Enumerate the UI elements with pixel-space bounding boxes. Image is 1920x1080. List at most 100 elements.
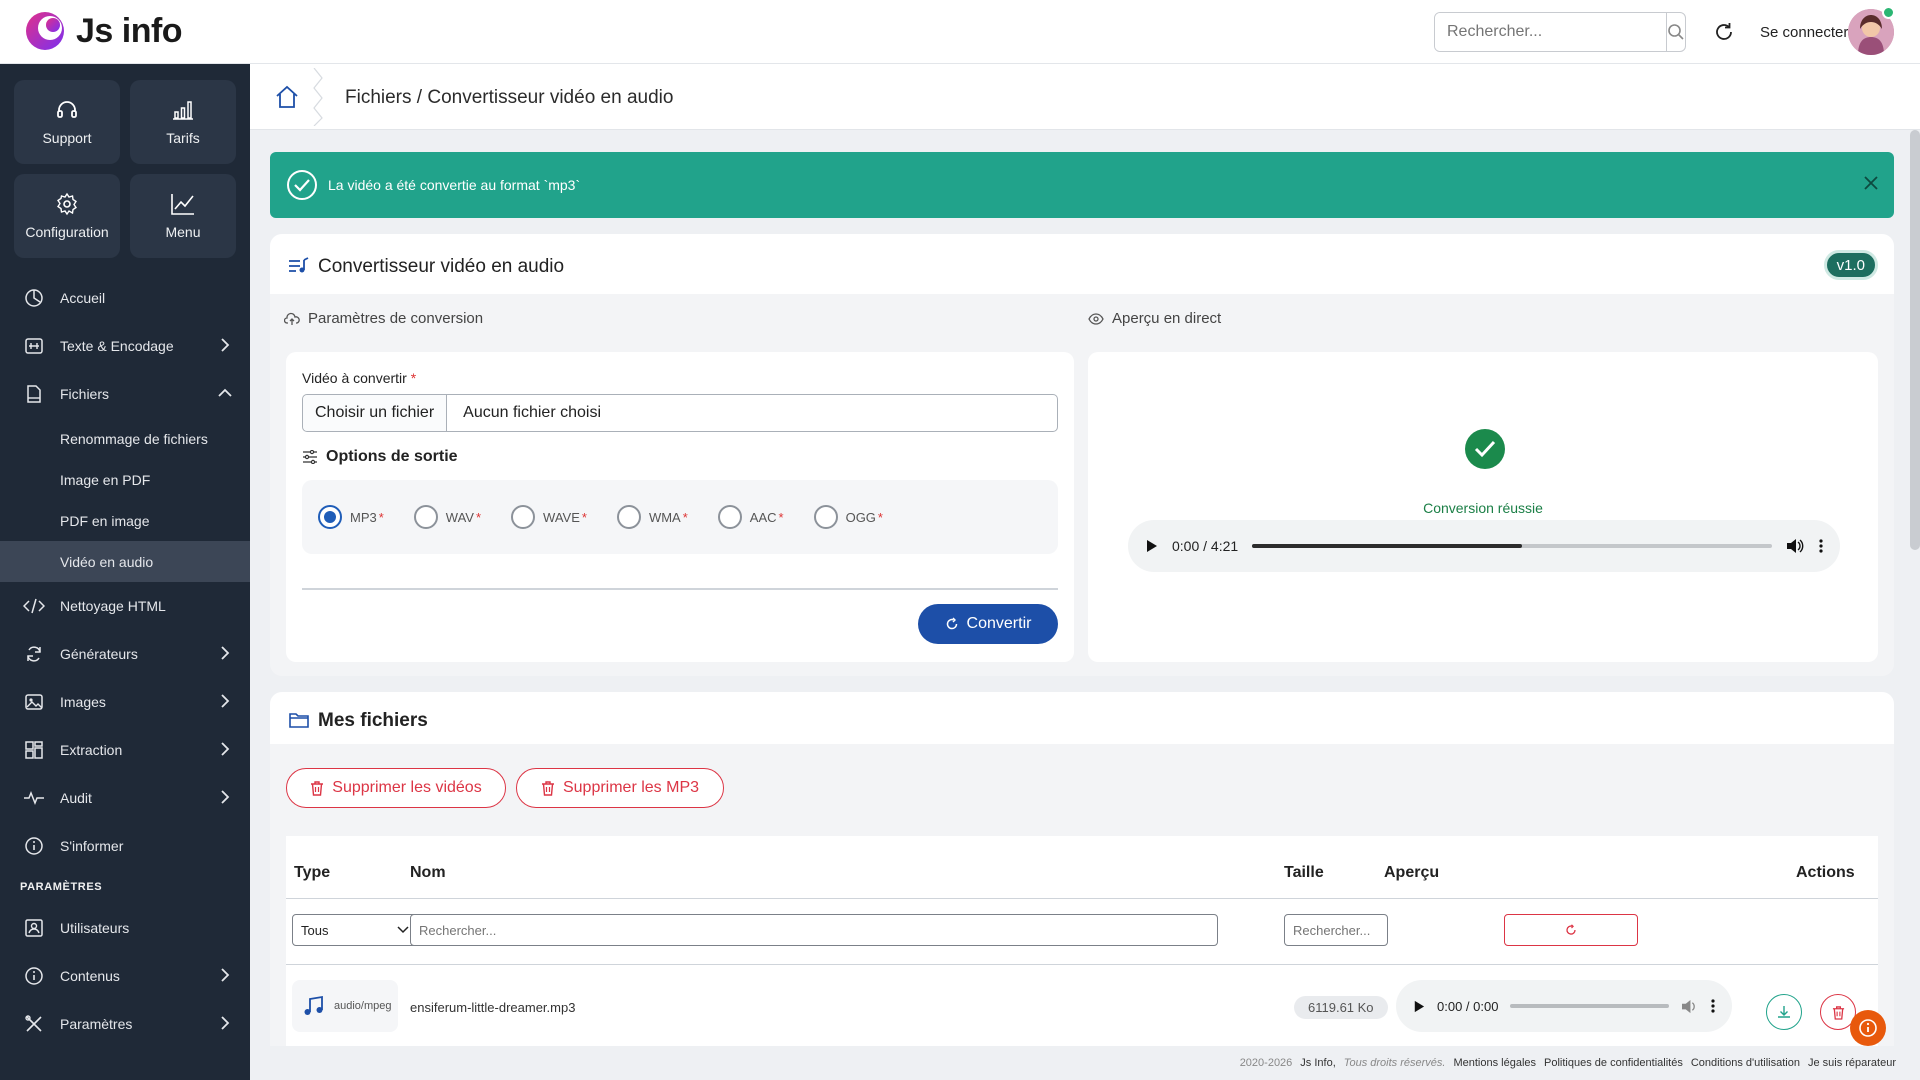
format-option-mp3[interactable]: MP3 * [318, 505, 384, 529]
sidebar-subitem-video-audio[interactable]: Vidéo en audio [0, 541, 250, 582]
pulse-icon [22, 786, 46, 810]
sidebar-subitem-pdf-image[interactable]: PDF en image [0, 500, 250, 541]
format-option-aac[interactable]: AAC * [717, 505, 784, 529]
file-type-cell: audio/mpeg [292, 980, 398, 1032]
convert-button[interactable]: Convertir [918, 604, 1058, 644]
login-link[interactable]: Se connecter [1760, 24, 1848, 41]
home-icon[interactable] [274, 84, 300, 110]
delete-videos-button[interactable]: Supprimer les vidéos [286, 768, 506, 808]
download-button[interactable] [1766, 994, 1802, 1030]
search-button[interactable] [1666, 13, 1685, 51]
format-label: AAC [749, 509, 777, 525]
tools-icon [22, 1012, 46, 1036]
help-floating-button[interactable] [1850, 1010, 1886, 1046]
sidebar-item-extraction[interactable]: Extraction [0, 726, 250, 774]
global-search-input[interactable] [1435, 13, 1666, 51]
tile-label: Configuration [25, 224, 109, 240]
more-vertical-icon[interactable] [1710, 998, 1716, 1014]
output-options-text: Options de sortie [326, 448, 458, 465]
size-search-input[interactable] [1284, 914, 1388, 946]
tile-tarifs[interactable]: Tarifs [130, 80, 236, 164]
refresh-icon [946, 617, 957, 630]
volume-icon[interactable] [1786, 538, 1804, 554]
delete-mp3-label: Supprimer les MP3 [562, 779, 700, 796]
format-label: WAV [445, 509, 474, 525]
user-card-icon [22, 916, 46, 940]
chevron-right-icon [221, 338, 230, 352]
version-badge: v1.0 [1823, 250, 1878, 280]
radio-button[interactable] [616, 505, 641, 529]
grid-icon [22, 738, 46, 762]
footer-link-privacy[interactable]: Politiques de confidentialités [1544, 1057, 1683, 1069]
my-files-title: Mes fichiers [318, 710, 428, 731]
sidebar-item-nettoyage-html[interactable]: Nettoyage HTML [0, 582, 250, 630]
gear-icon [57, 192, 77, 216]
encoding-icon [22, 334, 46, 358]
delete-mp3-button[interactable]: Supprimer les MP3 [516, 768, 724, 808]
more-vertical-icon[interactable] [1818, 538, 1824, 554]
sidebar-item-images[interactable]: Images [0, 678, 250, 726]
page-scrollbar[interactable] [1910, 130, 1920, 550]
play-icon[interactable] [1412, 1000, 1425, 1013]
refresh-icon [1566, 924, 1576, 935]
progress-track[interactable] [1252, 544, 1772, 548]
tile-configuration[interactable]: Configuration [14, 174, 120, 258]
sidebar-item-audit[interactable]: Audit [0, 774, 250, 822]
tile-label: Tarifs [166, 130, 200, 146]
close-icon[interactable] [1860, 172, 1882, 194]
tile-menu[interactable]: Menu [130, 174, 236, 258]
sidebar-item-utilisateurs[interactable]: Utilisateurs [0, 904, 250, 952]
radio-button[interactable] [413, 505, 438, 529]
required-mark: * [778, 509, 784, 525]
sidebar-item-generateurs[interactable]: Générateurs [0, 630, 250, 678]
sidebar-item-parametres[interactable]: Paramètres [0, 1000, 250, 1048]
sidebar-section-parametres: PARAMÈTRES [20, 881, 103, 893]
refresh-icon[interactable] [1712, 20, 1736, 44]
sidebar-item-label: Extraction [60, 742, 123, 758]
sidebar-item-label: Texte & Encodage [60, 338, 174, 354]
tile-support[interactable]: Support [14, 80, 120, 164]
sidebar-item-fichiers[interactable]: Fichiers [0, 370, 250, 418]
trash-icon [1832, 1005, 1844, 1020]
trend-chart-icon [171, 194, 194, 215]
info-icon [22, 964, 46, 988]
sidebar-item-texte-encodage[interactable]: Texte & Encodage [0, 322, 250, 370]
format-option-wav[interactable]: WAV * [413, 505, 482, 529]
chosen-file-name: Aucun fichier choisi [463, 404, 601, 421]
radio-button[interactable] [511, 505, 536, 529]
sidebar-item-contenus[interactable]: Contenus [0, 952, 250, 1000]
name-search-input[interactable] [410, 914, 1218, 946]
sidebar-subitem-renommage[interactable]: Renommage de fichiers [0, 418, 250, 459]
type-filter-select[interactable]: Tous [292, 914, 420, 946]
choose-file-button[interactable]: Choisir un fichier [303, 395, 448, 431]
format-option-wave[interactable]: WAVE * [511, 505, 587, 529]
row-progress-track[interactable] [1510, 1004, 1669, 1008]
video-file-input[interactable]: Choisir un fichier Aucun fichier choisi [302, 394, 1058, 432]
reset-filters-button[interactable] [1504, 914, 1638, 946]
main-content: La vidéo a été convertie au format `mp3`… [250, 130, 1920, 1080]
format-option-wma[interactable]: WMA * [616, 505, 688, 529]
footer-link-legal[interactable]: Mentions légales [1453, 1057, 1536, 1069]
required-mark: * [475, 509, 482, 525]
sidebar-item-sinformer[interactable]: S'informer [0, 822, 250, 870]
chevron-up-icon [218, 388, 232, 397]
volume-icon[interactable] [1681, 999, 1698, 1014]
footer-link-terms[interactable]: Conditions d'utilisation [1691, 1057, 1800, 1069]
footer-link-repairer[interactable]: Je suis réparateur [1808, 1057, 1896, 1069]
play-icon[interactable] [1144, 539, 1158, 553]
files-table: Type Nom Taille Aperçu Actions Tous audi… [286, 836, 1878, 1080]
conversion-status: Conversion réussie [1423, 500, 1543, 516]
file-size: 6119.61 Ko [1294, 996, 1388, 1019]
format-option-ogg[interactable]: OGG * [813, 505, 883, 529]
radio-button[interactable] [813, 505, 838, 529]
format-label: WMA [648, 509, 681, 525]
sidebar-item-accueil[interactable]: Accueil [0, 274, 250, 322]
radio-button[interactable] [318, 505, 342, 529]
sidebar-subitem-image-pdf[interactable]: Image en PDF [0, 459, 250, 500]
logo[interactable]: Js info [24, 10, 183, 52]
converter-header: Convertisseur vidéo en audio v1.0 [270, 234, 1894, 294]
chevron-right-icon [221, 694, 230, 708]
radio-button[interactable] [717, 505, 742, 529]
header-divider [286, 898, 1878, 899]
params-title-text: Paramètres de conversion [308, 310, 484, 327]
